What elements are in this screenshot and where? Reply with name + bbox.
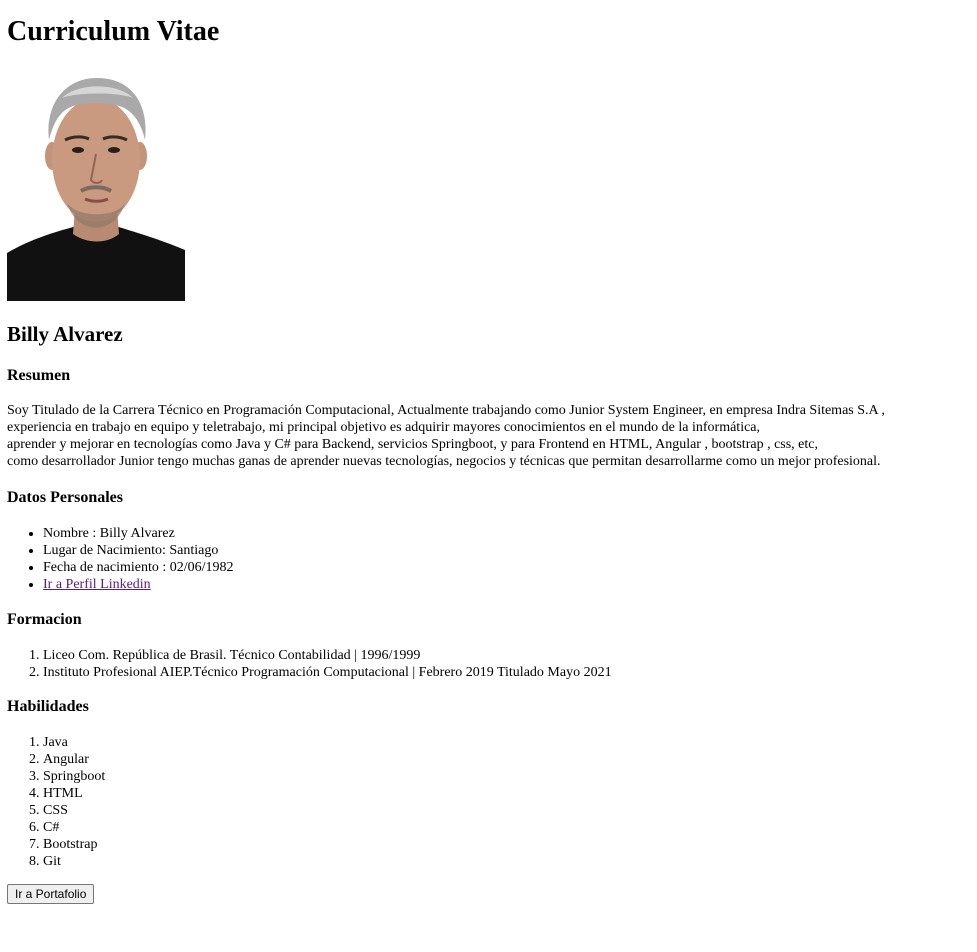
resumen-line: aprender y mejorar en tecnologías como J…	[7, 437, 819, 452]
list-item: Git	[43, 853, 105, 870]
list-item: Fecha de nacimiento : 02/06/1982	[43, 559, 234, 576]
list-item-linkedin: Ir a Perfil Linkedin	[43, 576, 234, 593]
list-item: Liceo Com. República de Brasil. Técnico …	[43, 647, 612, 664]
profile-photo	[7, 68, 185, 301]
list-item: Instituto Profesional AIEP.Técnico Progr…	[43, 664, 612, 681]
portfolio-button[interactable]: Ir a Portafolio	[7, 884, 95, 904]
formacion-list: Liceo Com. República de Brasil. Técnico …	[43, 647, 612, 681]
resumen-text: Soy Titulado de la Carrera Técnico en Pr…	[7, 402, 967, 470]
profile-photo-image	[7, 68, 185, 301]
habilidades-heading: Habilidades	[7, 698, 89, 715]
resumen-line: Soy Titulado de la Carrera Técnico en Pr…	[7, 403, 885, 418]
datos-personales-list: Nombre : Billy Alvarez Lugar de Nacimien…	[43, 525, 234, 593]
list-item: Angular	[43, 751, 105, 768]
page-title: Curriculum Vitae	[7, 16, 220, 47]
formacion-heading: Formacion	[7, 611, 82, 628]
linkedin-link[interactable]: Ir a Perfil Linkedin	[43, 577, 151, 592]
profile-name: Billy Alvarez	[7, 322, 123, 346]
resumen-line: experiencia en trabajo en equipo y telet…	[7, 420, 761, 435]
list-item: HTML	[43, 785, 105, 802]
habilidades-list: Java Angular Springboot HTML CSS C# Boot…	[43, 734, 105, 870]
list-item: Lugar de Nacimiento: Santiago	[43, 542, 234, 559]
list-item: Nombre : Billy Alvarez	[43, 525, 234, 542]
resumen-heading: Resumen	[7, 367, 71, 384]
datos-personales-heading: Datos Personales	[7, 489, 123, 506]
list-item: Java	[43, 734, 105, 751]
list-item: Bootstrap	[43, 836, 105, 853]
list-item: Springboot	[43, 768, 105, 785]
list-item: C#	[43, 819, 105, 836]
list-item: CSS	[43, 802, 105, 819]
resumen-line: como desarrollador Junior tengo muchas g…	[7, 454, 881, 469]
